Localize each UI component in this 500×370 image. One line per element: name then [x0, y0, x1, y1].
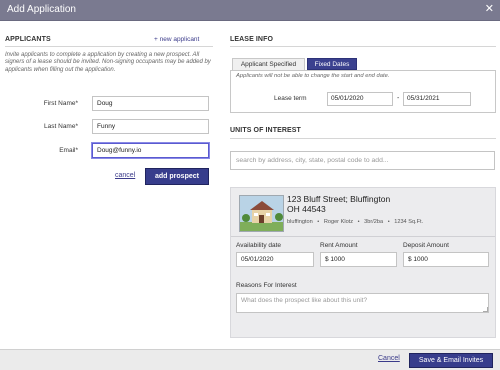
new-applicant-link[interactable]: + new applicant: [154, 36, 199, 43]
add-prospect-button[interactable]: add prospect: [145, 168, 209, 185]
lease-term-label: Lease term: [274, 95, 307, 102]
unit-meta: bluffington • Roger Klotz • 3br/2ba • 12…: [287, 219, 423, 225]
lease-dates-box: Applicants will not be able to change th…: [230, 70, 496, 113]
applicants-intro-text: Invite applicants to complete a applicat…: [5, 52, 211, 73]
last-name-field[interactable]: Funny: [92, 119, 209, 134]
unit-divider: [231, 236, 495, 237]
unit-owner: Roger Klotz: [323, 219, 354, 225]
lease-info-divider: [230, 46, 496, 47]
rent-label: Rent Amount: [320, 242, 358, 249]
lease-units-panel: LEASE INFO Applicant Specified Fixed Dat…: [222, 21, 500, 349]
unit-address: 123 Bluff Street; Bluffington OH 44543: [287, 194, 390, 214]
dialog-footer: Cancel Save & Email Invites: [0, 349, 500, 370]
tab-fixed-dates[interactable]: Fixed Dates: [307, 58, 357, 70]
units-heading: UNITS OF INTEREST: [230, 127, 301, 134]
availability-label: Availability date: [236, 242, 282, 249]
date-separator: -: [397, 95, 400, 102]
meta-separator: •: [317, 219, 320, 225]
email-label: Email*: [59, 147, 78, 154]
lease-note: Applicants will not be able to change th…: [236, 73, 390, 79]
applicants-panel: APPLICANTS + new applicant Invite applic…: [0, 21, 222, 349]
unit-card: 123 Bluff Street; Bluffington OH 44543 b…: [230, 187, 496, 338]
unit-address-line1: 123 Bluff Street; Bluffington: [287, 194, 391, 204]
reasons-textarea[interactable]: What does the prospect like about this u…: [236, 293, 489, 313]
applicants-divider: [5, 46, 213, 47]
resize-handle-icon[interactable]: [483, 307, 488, 312]
unit-city: bluffington: [287, 219, 313, 225]
unit-photo: [239, 195, 284, 232]
units-divider: [230, 138, 496, 139]
deposit-label: Deposit Amount: [403, 242, 449, 249]
unit-beds-baths: 3br/2ba: [364, 219, 384, 225]
first-name-label: First Name*: [43, 100, 78, 107]
email-field[interactable]: Doug@funny.io: [92, 143, 209, 158]
tab-applicant-specified[interactable]: Applicant Specified: [232, 58, 305, 70]
cancel-prospect-link[interactable]: cancel: [115, 172, 135, 179]
availability-date-input[interactable]: 05/01/2020: [236, 252, 314, 267]
lease-start-date-input[interactable]: 05/01/2020: [327, 92, 393, 106]
first-name-field[interactable]: Doug: [92, 96, 209, 111]
deposit-amount-input[interactable]: $ 1000: [403, 252, 489, 267]
save-email-invites-button[interactable]: Save & Email Invites: [409, 353, 493, 368]
unit-address-line2: OH 44543: [287, 204, 326, 214]
reasons-label: Reasons For Interest: [236, 282, 297, 289]
close-icon[interactable]: ✕: [485, 3, 494, 15]
last-name-label: Last Name*: [44, 123, 78, 130]
meta-separator: •: [387, 219, 390, 225]
applicants-heading: APPLICANTS: [5, 36, 51, 43]
unit-search-input[interactable]: search by address, city, state, postal c…: [230, 151, 495, 170]
unit-size: 1234 Sq.Ft.: [394, 219, 424, 225]
dialog-title: Add Application: [7, 4, 76, 15]
cancel-button[interactable]: Cancel: [378, 355, 400, 362]
dialog-title-bar: Add Application ✕: [0, 0, 500, 21]
rent-amount-input[interactable]: $ 1000: [320, 252, 397, 267]
lease-end-date-input[interactable]: 05/31/2021: [403, 92, 471, 106]
lease-info-heading: LEASE INFO: [230, 36, 274, 43]
meta-separator: •: [357, 219, 360, 225]
